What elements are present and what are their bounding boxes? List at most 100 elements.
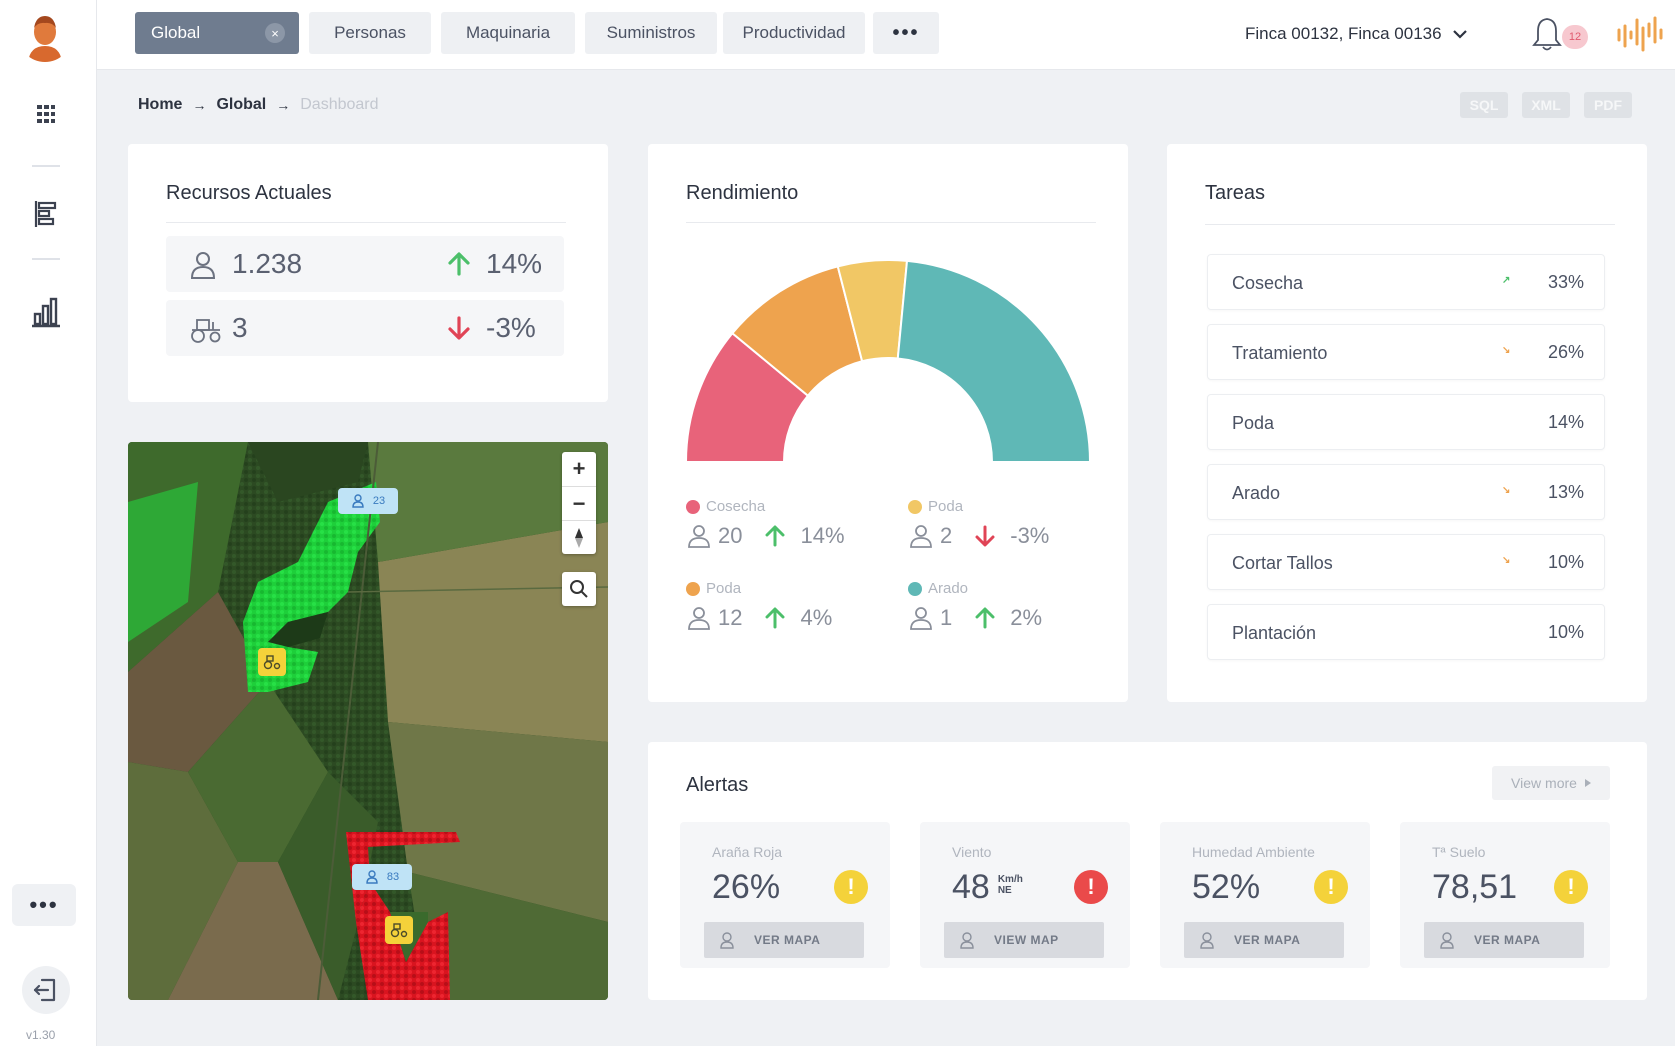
map-pin-tractor[interactable] — [258, 648, 286, 676]
card-divider — [1205, 224, 1615, 225]
map-pin-personas[interactable]: 83 — [352, 864, 412, 890]
logout-button[interactable] — [22, 966, 70, 1014]
alert-value: 78,51 — [1432, 868, 1518, 906]
trend-down-icon: ↘ — [1502, 555, 1511, 566]
trend-up-icon: ↗ — [1502, 275, 1511, 286]
export-xml-button[interactable]: XML — [1522, 92, 1570, 118]
legend-label: Cosecha — [706, 498, 766, 515]
alert-item: Viento 48 Km/h NE! VIEW MAP — [920, 822, 1130, 968]
legend-pct: 14% — [800, 523, 845, 548]
map-marker-icon — [1200, 932, 1214, 949]
sidebar-more-button[interactable]: ••• — [12, 884, 76, 926]
task-row[interactable]: Arado ↘ 13% — [1207, 464, 1605, 520]
sidebar: ••• v1.30 — [0, 0, 97, 1046]
task-pct: 14% — [1547, 412, 1584, 432]
tareas-title: Tareas — [1205, 182, 1266, 204]
task-row[interactable]: Poda 14% — [1207, 394, 1605, 450]
list-icon[interactable] — [26, 194, 66, 234]
legend-dot — [908, 581, 922, 596]
finca-selector[interactable]: Finca 00132, Finca 00136 — [1245, 24, 1468, 44]
tab-personas[interactable]: Personas — [309, 12, 431, 54]
map-pin-label: 23 — [372, 495, 386, 507]
compass-button[interactable] — [562, 520, 596, 554]
legend-dot — [908, 499, 922, 514]
breadcrumb-home[interactable]: Home — [138, 96, 182, 114]
alert-value-group: 48 Km/h NE — [952, 868, 1023, 907]
task-pct: 10% — [1547, 552, 1584, 572]
task-name: Cortar Tallos — [1232, 553, 1333, 573]
recursos-row-maquinaria: 3 -3% — [166, 300, 564, 356]
zoom-controls: + − — [562, 452, 596, 554]
top-bar: Global × Personas Maquinaria Suministros… — [97, 0, 1675, 70]
map-marker-icon — [720, 932, 734, 949]
legend-item: Poda 2 -3% — [908, 498, 1108, 549]
arrow-down-icon — [975, 525, 995, 547]
compass-icon — [575, 527, 583, 548]
task-name: Tratamiento — [1232, 343, 1328, 363]
alert-value-group: 26% — [712, 868, 780, 907]
tabs-more-button[interactable]: ••• — [873, 12, 939, 54]
alert-value-group: 78,51 — [1432, 868, 1517, 907]
legend-count: 20 — [718, 523, 743, 548]
tab-label: Suministros — [606, 23, 696, 42]
person-icon — [688, 525, 710, 548]
alertas-title: Alertas — [686, 774, 749, 796]
map-search-button[interactable] — [562, 572, 596, 606]
sidebar-divider — [32, 258, 60, 260]
finca-selector-value: Finca 00132, Finca 00136 — [1245, 24, 1442, 43]
arrow-up-icon — [765, 607, 785, 629]
alert-exclamation-icon: ! — [1554, 870, 1588, 904]
grid-icon[interactable] — [26, 94, 66, 134]
tab-global[interactable]: Global × — [135, 12, 299, 54]
export-sql-button[interactable]: SQL — [1460, 92, 1508, 118]
task-pct: 10% — [1547, 622, 1584, 642]
recursos-personas-pct: 14% — [486, 248, 543, 279]
alert-item: Humedad Ambiente 52%! VER MAPA — [1160, 822, 1370, 968]
task-row[interactable]: Cortar Tallos ↘ 10% — [1207, 534, 1605, 590]
zoom-in-button[interactable]: + — [562, 452, 596, 486]
task-row[interactable]: Plantación 10% — [1207, 604, 1605, 660]
alert-item: Araña Roja 26%! VER MAPA — [680, 822, 890, 968]
export-buttons: SQL XML PDF — [1460, 92, 1632, 118]
legend-item: Cosecha 20 14% — [686, 498, 886, 549]
legend-count: 2 — [940, 523, 953, 548]
rendimiento-half-donut-chart — [684, 259, 1092, 463]
trend-down-icon: ↘ — [1502, 345, 1511, 356]
view-map-button[interactable]: VER MAPA — [704, 922, 864, 958]
view-map-button[interactable]: VIEW MAP — [944, 922, 1104, 958]
task-pct: 33% — [1547, 272, 1584, 292]
breadcrumb-arrow: → — [276, 97, 291, 113]
close-icon[interactable]: × — [265, 23, 285, 43]
chevron-right-icon — [1584, 779, 1591, 787]
task-row[interactable]: Cosecha ↗ 33% — [1207, 254, 1605, 310]
tab-productividad[interactable]: Productividad — [723, 12, 865, 54]
legend-dot — [686, 499, 700, 514]
alert-unit-direction: NE — [997, 885, 1012, 896]
avatar[interactable] — [18, 8, 72, 62]
gauge-segment-3[interactable] — [896, 259, 1092, 463]
legend-item: Poda 12 4% — [686, 580, 886, 631]
bar-chart-icon[interactable] — [26, 292, 66, 332]
export-pdf-button[interactable]: PDF — [1584, 92, 1632, 118]
task-row[interactable]: Tratamiento ↘ 26% — [1207, 324, 1605, 380]
legend-count: 1 — [940, 605, 953, 630]
tareas-card: Tareas Cosecha ↗ 33% Tratamiento ↘ 26% Poda 14%… — [1167, 144, 1647, 702]
tab-suministros[interactable]: Suministros — [585, 12, 717, 54]
map-pin-personas[interactable]: 23 — [338, 488, 398, 514]
alert-label: Araña Roja — [712, 844, 783, 860]
view-map-label: VER MAPA — [754, 933, 821, 947]
recursos-maquinaria-value: 3 — [232, 312, 248, 343]
arrow-up-icon — [765, 525, 785, 547]
alert-label: Humedad Ambiente — [1192, 844, 1315, 860]
tab-maquinaria[interactable]: Maquinaria — [441, 12, 575, 54]
tractor-icon — [390, 923, 408, 938]
map[interactable]: + − 23 83 — [128, 442, 608, 1000]
view-map-button[interactable]: VER MAPA — [1184, 922, 1344, 958]
view-more-button[interactable]: View more — [1492, 766, 1610, 800]
notifications-button[interactable] — [1527, 14, 1567, 54]
breadcrumb-global[interactable]: Global — [216, 96, 266, 114]
view-map-button[interactable]: VER MAPA — [1424, 922, 1584, 958]
zoom-out-button[interactable]: − — [562, 486, 596, 520]
recursos-personas-value: 1.238 — [232, 248, 303, 279]
map-pin-tractor[interactable] — [385, 916, 413, 944]
